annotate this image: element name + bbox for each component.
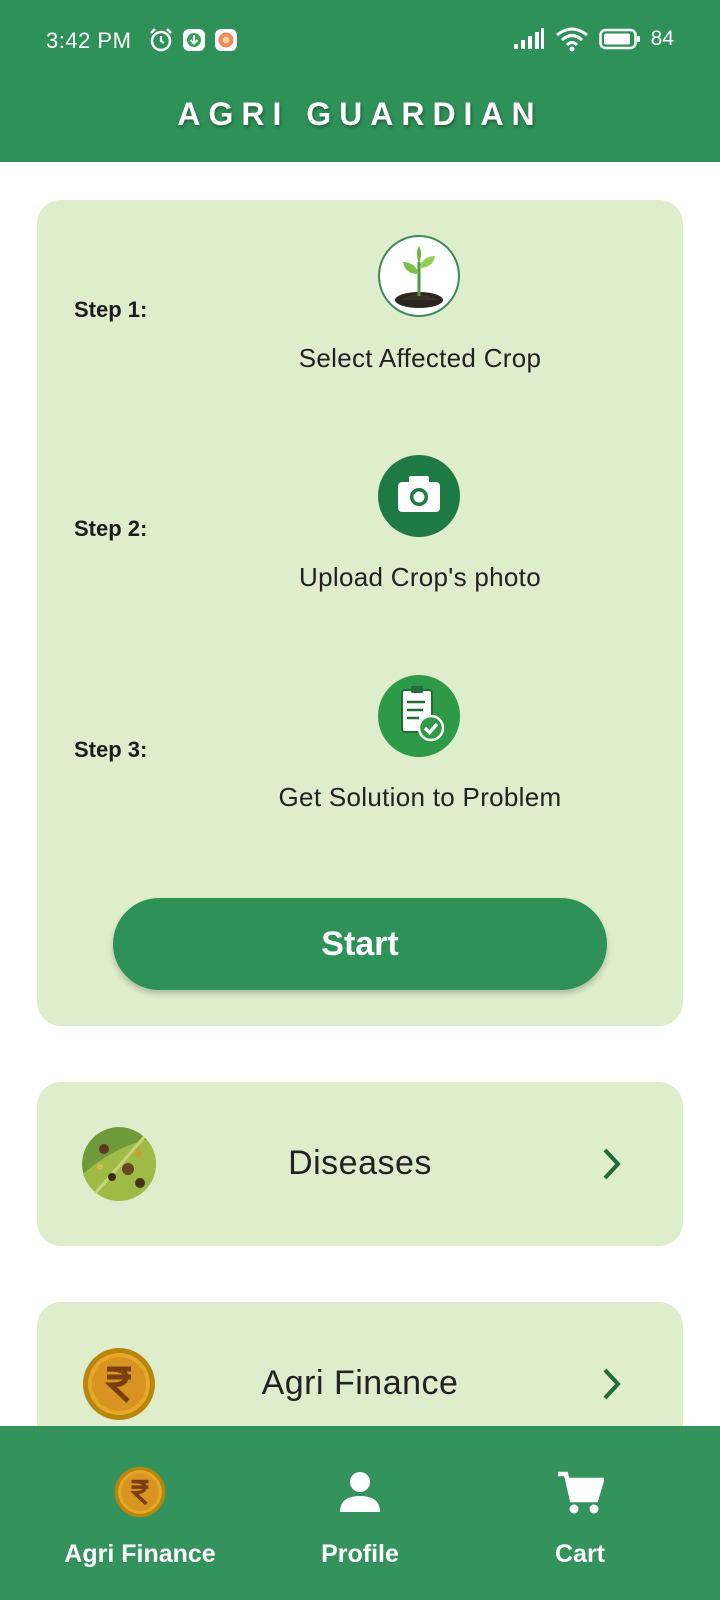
battery-percentage: 84 [650, 27, 674, 50]
app-bar: AGRI GUARDIAN [0, 82, 720, 162]
nav-label-cart: Cart [554, 1540, 605, 1568]
status-notifications [148, 27, 238, 53]
chevron-right-icon [603, 1148, 621, 1180]
app-title: AGRI GUARDIAN [177, 96, 543, 132]
battery-icon [598, 28, 640, 50]
start-button[interactable]: Start [113, 898, 607, 990]
chevron-right-icon [603, 1368, 621, 1400]
status-system-icons: 84 [513, 26, 674, 52]
nav-item-agri-finance[interactable]: Agri Finance [20, 1426, 260, 1600]
step-3-text: Get Solution to Problem [278, 782, 562, 812]
person-icon [340, 1472, 380, 1512]
nav-label-agri-finance: Agri Finance [64, 1540, 216, 1568]
signal-icon [513, 28, 544, 49]
steps-card: Step 1: Select Affected Crop Step 2: Upl… [37, 200, 683, 1026]
diseases-card[interactable]: Diseases [37, 1082, 683, 1246]
rupee-coin-icon [114, 1466, 166, 1518]
status-bar: 3:42 PM 84 [0, 0, 720, 82]
agri-finance-label: Agri Finance [261, 1364, 459, 1402]
camera-icon [378, 455, 460, 537]
step-2-label: Step 2: [74, 516, 148, 541]
download-icon [183, 29, 205, 51]
seedling-icon [378, 235, 460, 317]
status-time: 3:42 PM [46, 28, 132, 53]
app-notification-icon [215, 29, 237, 51]
nav-item-profile[interactable]: Profile [240, 1426, 480, 1600]
nav-item-cart[interactable]: Cart [460, 1426, 700, 1600]
step-3-label: Step 3: [74, 737, 148, 762]
cart-icon [558, 1471, 604, 1514]
diseases-label: Diseases [288, 1144, 432, 1182]
bottom-navigation: Agri Finance Profile Cart [0, 1426, 720, 1600]
step-2-text: Upload Crop's photo [299, 562, 541, 592]
step-1-text: Select Affected Crop [298, 343, 542, 373]
checklist-icon [378, 675, 460, 757]
wifi-icon [555, 27, 588, 52]
step-1-label: Step 1: [74, 297, 148, 322]
alarm-icon [150, 28, 172, 52]
nav-label-profile: Profile [321, 1540, 399, 1568]
